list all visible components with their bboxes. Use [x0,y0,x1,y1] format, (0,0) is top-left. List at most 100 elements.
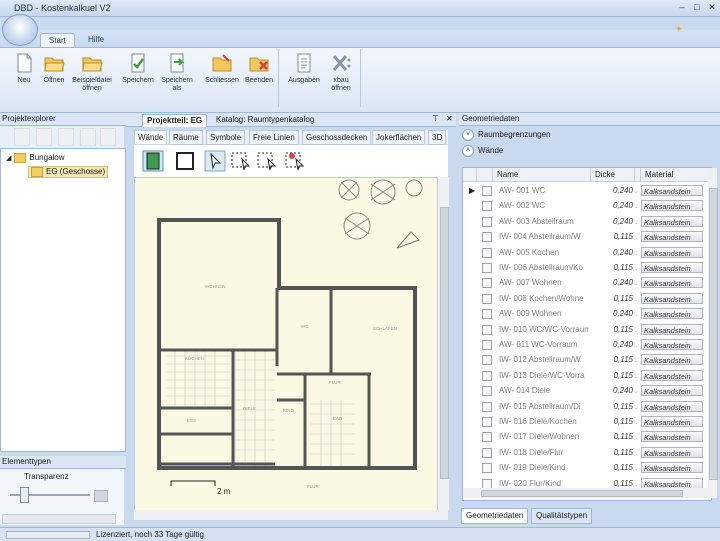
save-button[interactable]: Speichern [122,52,154,85]
select-pointer-icon[interactable] [204,150,226,172]
section-raumbegrenzungen[interactable]: ˅ Raumbegrenzungen [462,129,551,141]
close-panel-icon[interactable]: ✕ [446,114,453,123]
subtab-jokerflaechen[interactable]: Jokerflächen [372,130,426,145]
table-row[interactable]: IW- 018 Diele/Flur 0,115. Kalksandstein [463,445,709,460]
grid-horizontal-scrollbar[interactable] [463,488,708,498]
cell-material[interactable]: Kalksandstein [641,462,703,474]
tab-raumtypenkatalog[interactable]: Katalog: Raumtypenkatalog [212,114,318,126]
cell-material[interactable]: Kalksandstein [641,277,703,289]
cell-material[interactable]: Kalksandstein [641,185,703,196]
table-row[interactable]: AW- 007 Wohnen 0,240. Kalksandstein [463,275,709,290]
cell-material[interactable]: Kalksandstein [641,292,703,304]
room-outline-tool-icon[interactable] [174,150,196,172]
row-checkbox[interactable] [482,278,492,289]
cell-material[interactable]: Kalksandstein [641,231,703,243]
collapse-icon[interactable]: ˄ [462,145,474,157]
table-row[interactable]: IW- 004 Abstellraum/W 0,115. Kalksandstein [463,229,709,244]
select-box-remove-icon[interactable] [284,150,306,172]
tree-item-bungalow[interactable]: ◢ Bungalow [6,153,65,163]
select-box-icon[interactable] [230,150,252,172]
row-checkbox[interactable] [482,386,492,397]
minimize-button[interactable]: – [676,2,688,13]
table-row[interactable]: IW- 010 WC/WC-Vorraum 0,115. Kalksandstein [463,322,709,337]
save-as-button[interactable]: Speichern als [161,52,193,93]
cell-material[interactable]: Kalksandstein [641,416,703,427]
row-checkbox[interactable] [482,370,492,381]
tab-projektteil-eg[interactable]: Projektteil: EG [142,114,208,127]
output-button[interactable]: Ausgaben [288,52,320,85]
section-waende[interactable]: ˄ Wände [462,145,503,157]
subtab-raeume[interactable]: Räume [169,130,203,145]
table-row[interactable]: IW- 008 Kochen/Wohne 0,115. Kalksandstein [463,291,709,306]
cell-material[interactable]: Kalksandstein [641,215,703,227]
row-checkbox[interactable] [482,247,492,258]
table-row[interactable]: AW- 003 Abstellraum 0,240. Kalksandstein [463,214,709,229]
tab-geometriedaten[interactable]: Geometriedaten [461,508,529,524]
cell-material[interactable]: Kalksandstein [641,354,703,366]
close-document-button[interactable]: Schliessen [204,52,240,85]
xbau-open-button[interactable]: xbau öffnen [325,52,357,93]
column-header-material[interactable]: Material [641,168,709,182]
open-example-button[interactable]: Beispieldatei öffnen [72,52,112,93]
exit-button[interactable]: Beenden [243,52,275,85]
row-checkbox[interactable] [482,216,492,227]
subtab-3d[interactable]: 3D [428,130,447,145]
table-row[interactable]: AW- 011 WC-Vorraum 0,240. Kalksandstein [463,337,709,352]
row-checkbox[interactable] [482,447,492,458]
cell-material[interactable]: Kalksandstein [641,446,703,458]
cell-material[interactable]: Kalksandstein [641,246,703,258]
cell-material[interactable]: Kalksandstein [641,308,703,320]
tree-item-eg[interactable]: EG (Geschosse) [28,166,109,178]
row-checkbox[interactable] [482,232,492,243]
table-row[interactable]: IW- 016 Diele/Kochen 0,115. Kalksandstein [463,414,709,429]
grid-vertical-scrollbar[interactable] [708,168,718,498]
wall-tool-icon[interactable] [142,150,164,172]
cell-material[interactable]: Kalksandstein [641,339,703,350]
close-button[interactable]: ✕ [706,2,718,13]
canvas-horizontal-scrollbar[interactable] [134,510,448,520]
table-row[interactable]: IW- 012 Abstellraum/W 0,115. Kalksandstein [463,352,709,367]
cell-material[interactable]: Kalksandstein [641,385,703,397]
subtab-symbole[interactable]: Symbole [206,130,246,145]
scroll-thumb[interactable] [440,207,449,479]
subtab-geschossdecken[interactable]: Geschossdecken [302,130,372,145]
table-row[interactable]: AW- 009 Wohnen 0,240. Kalksandstein [463,306,709,321]
row-checkbox[interactable] [482,432,492,443]
subtab-freie-linien[interactable]: Freie Linien [249,130,299,145]
table-row[interactable]: IW- 013 Diele/WC-Vorra 0,115. Kalksandstei… [463,368,709,383]
tab-hilfe[interactable]: Hilfe [80,33,112,47]
row-checkbox[interactable] [482,417,492,427]
canvas-vertical-scrollbar[interactable] [437,177,449,510]
scroll-thumb[interactable] [481,490,683,497]
row-checkbox[interactable] [482,340,492,350]
apply-icon[interactable] [94,490,108,502]
table-row[interactable]: AW- 014 Diele 0,240. Kalksandstein [463,383,709,398]
row-checkbox[interactable] [482,263,492,273]
row-checkbox[interactable] [482,309,492,320]
row-checkbox[interactable] [482,186,492,196]
table-row[interactable]: AW- 002 WC 0,240. Kalksandstein [463,198,709,213]
row-checkbox[interactable] [482,201,492,212]
help-star-icon[interactable]: ✦ [675,24,683,35]
table-row[interactable]: IW- 019 Diele/Kind 0,115. Kalksandstein [463,460,709,475]
table-row[interactable]: AW- 005 Kochen 0,240. Kalksandstein [463,245,709,260]
row-checkbox[interactable] [482,324,492,335]
cell-material[interactable]: Kalksandstein [641,369,703,381]
column-header-dicke[interactable]: Dicke [591,168,635,182]
pin-icon[interactable]: ⊤ [432,114,439,123]
tab-qualitaetstypen[interactable]: Qualitätstypen [531,508,593,524]
cell-material[interactable]: Kalksandstein [641,477,703,489]
cell-material[interactable]: Kalksandstein [641,262,703,273]
maximize-button[interactable]: □ [691,2,703,13]
table-row[interactable]: IW- 017 Diele/Wohnen 0,115. Kalksandstein [463,429,709,444]
open-button[interactable]: Öffnen [38,52,70,85]
cell-material[interactable]: Kalksandstein [641,200,703,212]
element-types-scrollbar[interactable] [2,514,116,524]
select-box-add-icon[interactable] [256,150,278,172]
cell-material[interactable]: Kalksandstein [641,431,703,443]
new-button[interactable]: Neu [8,52,40,85]
cell-material[interactable]: Kalksandstein [641,323,703,335]
expand-icon[interactable]: ˅ [462,129,474,141]
transparency-slider-thumb[interactable] [20,487,29,503]
cell-material[interactable]: Kalksandstein [641,400,703,412]
